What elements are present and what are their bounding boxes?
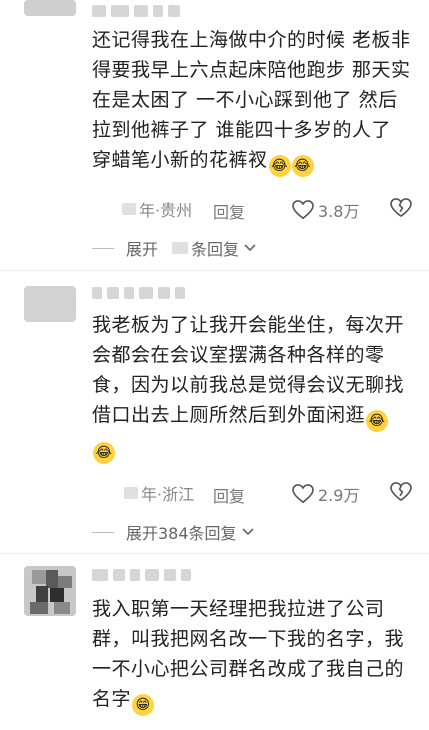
expand-label: 展开 — [126, 240, 159, 259]
comment-text: 我老板为了让我开会能坐住，每次开会都会在会议室摆满各种各样的零食，因为以前我总是… — [92, 310, 414, 464]
broken-heart-icon[interactable] — [390, 482, 412, 502]
comment-meta: 年·贵州 — [122, 198, 192, 220]
comment-text: 我入职第一天经理把我拉进了公司群，叫我把网名改一下我的名字，我一不小心把公司群名… — [92, 594, 414, 716]
expand-replies[interactable]: 展开 条回复 — [92, 236, 257, 260]
like-count: 2.9万 — [318, 486, 360, 505]
meta-location: 年·浙江 — [141, 485, 195, 504]
avatar[interactable] — [24, 286, 76, 322]
reply-button[interactable]: 回复 — [213, 483, 245, 507]
chevron-down-icon — [244, 244, 256, 252]
like-button[interactable]: 2.9万 — [292, 482, 359, 506]
like-button[interactable]: 3.8万 — [292, 198, 359, 222]
expand-label: 展开384条回复 — [126, 524, 237, 543]
comment-body: 我老板为了让我开会能坐住，每次开会都会在会议室摆满各种各样的零食，因为以前我总是… — [92, 314, 405, 426]
expand-line — [92, 247, 114, 249]
blurred-count — [172, 242, 189, 254]
meta-location: 年·贵州 — [139, 201, 193, 220]
expand-suffix: 条回复 — [191, 240, 240, 259]
crying-laughing-emoji: 😂 — [268, 155, 291, 177]
divider — [0, 270, 429, 271]
username-blurred[interactable] — [92, 4, 180, 18]
like-count: 3.8万 — [318, 202, 360, 221]
username-blurred[interactable] — [92, 568, 191, 582]
username-blurred[interactable] — [92, 286, 185, 300]
comment-body: 还记得我在上海做中介的时候 老板非得要我早上六点起床陪他跑步 那天实在是太困了 … — [92, 29, 411, 171]
expand-line — [92, 531, 114, 533]
crying-laughing-emoji: 😂 — [93, 442, 115, 464]
expand-replies[interactable]: 展开384条回复 — [92, 520, 255, 544]
divider — [0, 553, 429, 554]
heart-icon — [292, 200, 314, 220]
heart-icon — [292, 484, 314, 504]
grinning-emoji: 😁 — [132, 694, 155, 716]
avatar[interactable] — [24, 0, 76, 16]
chevron-down-icon — [241, 528, 254, 536]
crying-laughing-emoji: 😂 — [291, 155, 314, 177]
blurred-date — [122, 203, 136, 215]
comment-text: 还记得我在上海做中介的时候 老板非得要我早上六点起床陪他跑步 那天实在是太困了 … — [92, 25, 414, 177]
reply-button[interactable]: 回复 — [213, 199, 245, 223]
crying-laughing-emoji: 😂 — [366, 410, 389, 432]
broken-heart-icon[interactable] — [390, 198, 412, 218]
comment-body: 我入职第一天经理把我拉进了公司群，叫我把网名改一下我的名字，我一不小心把公司群名… — [92, 598, 405, 710]
avatar[interactable] — [24, 566, 76, 616]
blurred-date — [124, 487, 138, 499]
comment-meta: 年·浙江 — [124, 482, 194, 504]
